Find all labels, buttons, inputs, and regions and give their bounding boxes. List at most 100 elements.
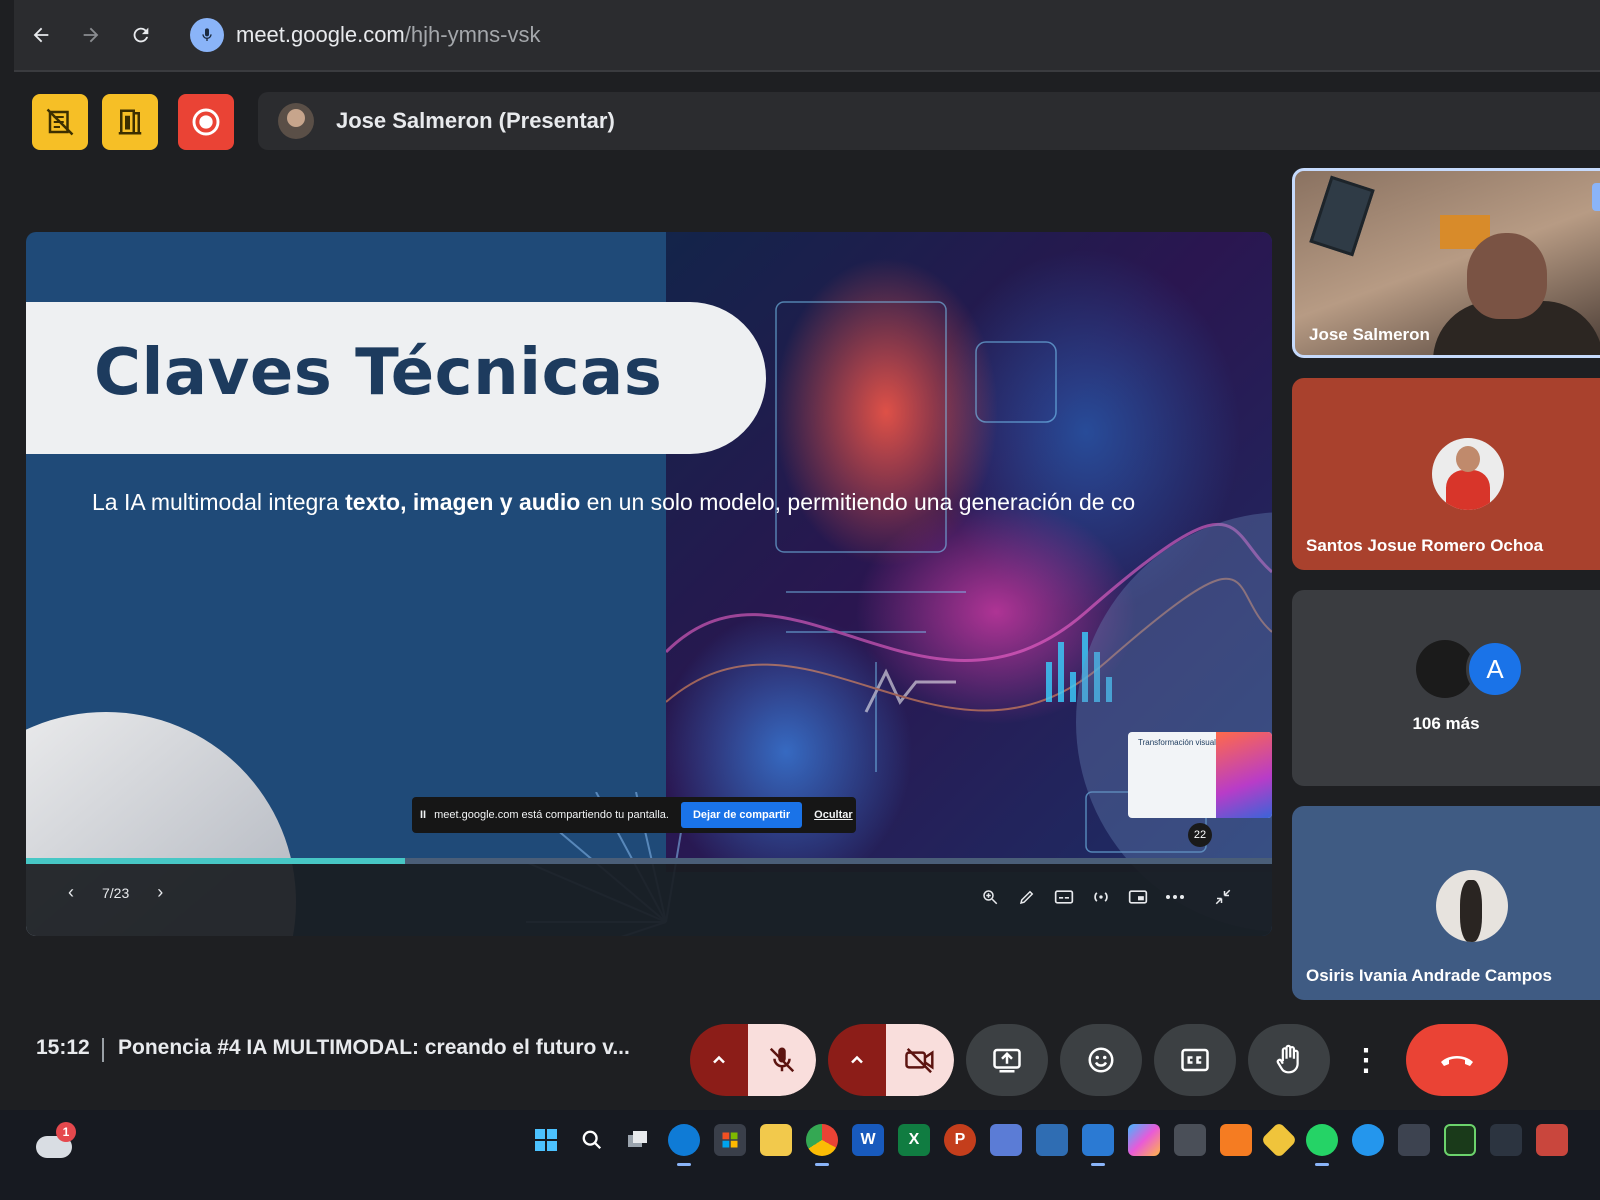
turn-on-camera-button[interactable] [886, 1024, 954, 1096]
more-participants-tile[interactable]: A 106 más [1292, 590, 1600, 786]
address-bar[interactable]: meet.google.com/hjh-ymns-vsk [190, 18, 540, 52]
presenter-chip[interactable]: Jose Salmeron (Presentar) [258, 92, 1600, 150]
microphone-off-icon [769, 1047, 795, 1073]
video-options-button[interactable] [828, 1024, 886, 1096]
hand-icon [1276, 1044, 1299, 1074]
tool-app-icon[interactable] [1490, 1124, 1522, 1156]
docker-icon[interactable] [1352, 1124, 1384, 1156]
reactions-button[interactable] [1060, 1024, 1142, 1096]
excel-icon[interactable]: X [898, 1124, 930, 1156]
package-app-icon[interactable] [990, 1124, 1022, 1156]
reload-icon[interactable] [118, 12, 164, 58]
url-host: meet.google.com [236, 22, 405, 47]
powerpoint-icon[interactable]: P [944, 1124, 976, 1156]
picture-in-picture-icon[interactable] [1125, 884, 1151, 910]
meeting-clock: 15:12 [36, 1036, 90, 1059]
url-path: /hjh-ymns-vsk [404, 22, 541, 47]
breakout-rooms-button[interactable] [102, 94, 158, 150]
zoom-in-icon[interactable] [977, 884, 1003, 910]
hide-banner-link[interactable]: Ocultar [814, 809, 853, 821]
host-controls-button[interactable] [32, 94, 88, 150]
next-slide-button[interactable]: › [157, 882, 163, 903]
raise-hand-button[interactable] [1248, 1024, 1330, 1096]
penguin-app-icon[interactable] [1398, 1124, 1430, 1156]
thumbnail-art [1216, 732, 1272, 818]
meeting-title: Ponencia #4 IA MULTIMODAL: creando el fu… [118, 1036, 630, 1059]
unmute-button[interactable] [748, 1024, 816, 1096]
prev-slide-button[interactable]: ‹ [68, 882, 74, 903]
taskbar-apps: W X P [530, 1121, 1582, 1166]
avatar [278, 103, 314, 139]
browser-toolbar: meet.google.com/hjh-ymns-vsk [14, 0, 1600, 72]
closed-captions-icon [1181, 1048, 1209, 1072]
participant-head [1467, 233, 1547, 319]
notification-badge: 1 [56, 1122, 76, 1142]
more-options-button[interactable]: ⋮ [1346, 1024, 1386, 1096]
participant-name: Osiris Ivania Andrade Campos [1306, 966, 1552, 985]
participant-tile-jose[interactable]: Jose Salmeron [1292, 168, 1600, 358]
participant-tile-osiris[interactable]: Osiris Ivania Andrade Campos [1292, 806, 1600, 1000]
store-icon[interactable] [714, 1124, 746, 1156]
broadcast-icon[interactable] [1088, 884, 1114, 910]
xampp-icon[interactable] [1220, 1124, 1252, 1156]
meet-screen: meet.google.com/hjh-ymns-vsk Jose Salmer… [0, 0, 1600, 1200]
microphone-control [690, 1024, 816, 1096]
avatar [1432, 438, 1504, 510]
captions-button[interactable] [1154, 1024, 1236, 1096]
cube-app-icon[interactable] [1174, 1124, 1206, 1156]
whatsapp-icon[interactable] [1306, 1124, 1338, 1166]
android-studio-icon[interactable] [1444, 1124, 1476, 1156]
divider [102, 1038, 104, 1062]
background-frame [1309, 175, 1375, 257]
screen-share-banner: II meet.google.com está compartiendo tu … [412, 797, 856, 833]
subtitles-icon[interactable] [1051, 884, 1077, 910]
edge-browser-icon[interactable] [668, 1124, 700, 1166]
pen-icon[interactable] [1014, 884, 1040, 910]
camera-control [828, 1024, 954, 1096]
stop-sharing-button[interactable]: Dejar de compartir [680, 802, 803, 828]
participant-tile-santos[interactable]: Santos Josue Romero Ochoa [1292, 378, 1600, 570]
slide-text-bold: texto, imagen y audio [345, 489, 581, 515]
search-icon[interactable] [576, 1124, 608, 1156]
avatar [1436, 870, 1508, 942]
exit-fullscreen-icon[interactable] [1210, 884, 1236, 910]
slide-title: Claves Técnicas [94, 336, 663, 410]
task-view-icon[interactable] [622, 1124, 654, 1156]
slide-toolbar: ‹ 7/23 › [26, 864, 1272, 936]
back-arrow-icon[interactable] [18, 12, 64, 58]
word-icon[interactable]: W [852, 1124, 884, 1156]
copilot-icon[interactable] [1128, 1124, 1160, 1156]
database-app-icon[interactable] [1036, 1124, 1068, 1156]
more-horizontal-icon[interactable] [1162, 884, 1188, 910]
camera-off-icon [905, 1048, 934, 1074]
recording-button[interactable] [178, 94, 234, 150]
page-indicator: 7/23 [102, 884, 130, 901]
shared-presentation: Claves Técnicas La IA multimodal integra… [26, 232, 1272, 936]
slide-thumbnail-preview[interactable]: Transformación visual [1128, 732, 1272, 818]
red-app-icon[interactable] [1536, 1124, 1568, 1156]
slide-body-text: La IA multimodal integra texto, imagen y… [92, 489, 1272, 516]
audio-options-button[interactable] [690, 1024, 748, 1096]
leave-call-button[interactable] [1406, 1024, 1508, 1096]
more-participants-label: 106 más [1412, 714, 1480, 733]
git-app-icon[interactable] [1260, 1121, 1298, 1159]
vscode-icon[interactable] [1082, 1124, 1114, 1166]
slide-text-prefix: La IA multimodal integra [92, 489, 346, 515]
share-message: meet.google.com está compartiendo tu pan… [434, 809, 669, 821]
present-screen-icon [993, 1048, 1021, 1073]
hang-up-icon [1441, 1056, 1473, 1066]
chevron-up-icon [851, 1055, 863, 1064]
chrome-icon[interactable] [806, 1124, 838, 1166]
more-vertical-icon: ⋮ [1351, 1043, 1381, 1077]
forward-arrow-icon[interactable] [68, 12, 114, 58]
record-icon [192, 108, 220, 136]
microphone-icon[interactable] [190, 18, 224, 52]
door-icon [118, 109, 142, 135]
file-explorer-icon[interactable] [760, 1124, 792, 1156]
start-icon[interactable] [530, 1124, 562, 1156]
slide-tool-icons [966, 884, 1236, 910]
weather-widget[interactable]: 1 [36, 1122, 76, 1162]
pause-icon: II [420, 809, 427, 821]
chevron-up-icon [713, 1055, 725, 1064]
present-screen-button[interactable] [966, 1024, 1048, 1096]
